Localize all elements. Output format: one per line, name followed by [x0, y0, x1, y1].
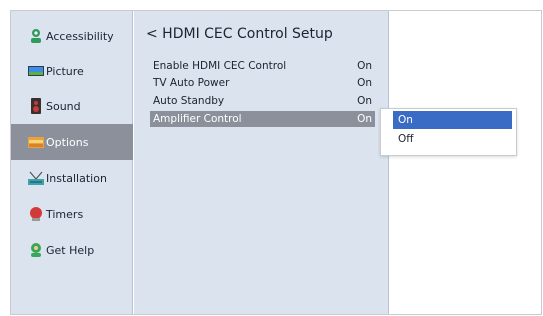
setting-value: On [357, 113, 372, 125]
antenna-icon [28, 170, 44, 186]
sidebar-item-installation[interactable]: Installation [11, 160, 133, 196]
setting-row-auto-standby[interactable]: Auto Standby On [150, 93, 375, 109]
help-person-icon [28, 242, 44, 258]
sidebar-item-label: Options [46, 135, 89, 149]
setting-label: Auto Standby [153, 95, 225, 107]
sidebar-item-options[interactable]: Options [11, 124, 133, 160]
setting-value: On [357, 60, 372, 72]
page-title[interactable]: < HDMI CEC Control Setup [146, 26, 333, 42]
dropdown-option-off[interactable]: Off [393, 130, 512, 148]
sidebar-item-picture[interactable]: Picture [11, 53, 133, 89]
options-folder-icon [28, 134, 44, 150]
sidebar-item-label: Picture [46, 64, 84, 78]
timer-bell-icon [28, 206, 44, 222]
sidebar-item-timers[interactable]: Timers [11, 196, 133, 232]
sidebar-item-label: Timers [46, 207, 84, 221]
sidebar-item-accessibility[interactable]: Accessibility [11, 18, 133, 54]
sidebar-item-get-help[interactable]: Get Help [11, 232, 133, 268]
setting-label: TV Auto Power [153, 77, 230, 89]
setting-value: On [357, 77, 372, 89]
sidebar-item-label: Accessibility [46, 29, 114, 43]
setting-row-enable-hdmi-cec[interactable]: Enable HDMI CEC Control On [150, 58, 375, 74]
setting-row-amplifier-control[interactable]: Amplifier Control On [150, 111, 375, 127]
dropdown-option-on[interactable]: On [393, 111, 512, 129]
setting-label: Amplifier Control [153, 113, 242, 125]
setting-value: On [357, 95, 372, 107]
sidebar-item-label: Get Help [46, 243, 95, 257]
sidebar-item-label: Sound [46, 99, 81, 113]
speaker-icon [28, 98, 44, 114]
tv-screen-icon [28, 63, 44, 79]
setting-row-tv-auto-power[interactable]: TV Auto Power On [150, 75, 375, 91]
settings-panel [134, 11, 389, 314]
sidebar-item-sound[interactable]: Sound [11, 88, 133, 124]
accessibility-person-icon [28, 28, 44, 44]
setting-label: Enable HDMI CEC Control [153, 60, 287, 72]
sidebar-item-label: Installation [46, 171, 107, 185]
